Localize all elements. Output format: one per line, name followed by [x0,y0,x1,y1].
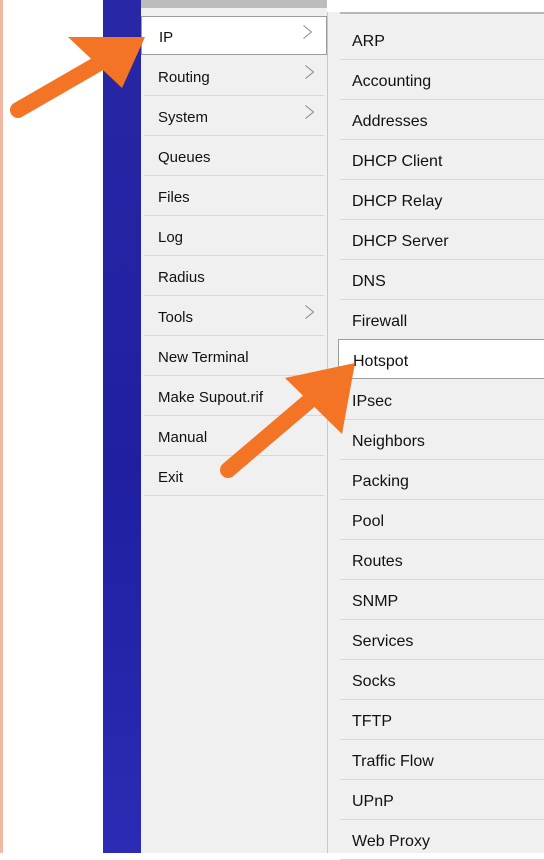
menu-item-label: Log [158,229,184,246]
menu-item-make-supout[interactable]: Make Supout.rif [144,377,324,416]
menu-item-label: Routing [158,69,210,86]
submenu-item-label: Neighbors [352,433,425,450]
submenu-item-label: Services [352,633,414,650]
submenu-item-label: Routes [352,553,403,570]
submenu-item-label: ARP [352,33,385,50]
submenu-item-accounting[interactable]: Accounting [340,60,544,100]
menu-item-label: Radius [158,269,205,286]
menu-item-label: Make Supout.rif [158,389,264,406]
submenu-arrow-icon [303,25,313,39]
screenshot-frame-border [0,0,3,853]
submenu-item-web-proxy[interactable]: Web Proxy [340,820,544,860]
main-menu: IP Routing System Queues Files Log Radiu… [141,0,327,853]
submenu-arrow-icon [305,65,315,79]
submenu-arrow-icon [305,305,315,319]
submenu-item-snmp[interactable]: SNMP [340,580,544,620]
submenu-item-label: Traffic Flow [352,753,434,770]
submenu-item-dhcp-server[interactable]: DHCP Server [340,220,544,260]
menu-item-label: Queues [158,149,211,166]
submenu-item-label: IPsec [352,393,393,410]
menu-item-label: Files [158,189,190,206]
menu-item-manual[interactable]: Manual [144,417,324,456]
submenu-item-label: Accounting [352,73,432,90]
submenu-item-addresses[interactable]: Addresses [340,100,544,140]
menu-item-label: Tools [158,309,194,326]
submenu-arrow-icon [305,105,315,119]
menu-item-exit[interactable]: Exit [144,457,324,496]
submenu-item-label: Web Proxy [352,833,430,850]
menu-item-ip[interactable]: IP [141,16,327,55]
submenu-item-label: Packing [352,473,409,490]
submenu-item-upnp[interactable]: UPnP [340,780,544,820]
menu-item-label: IP [159,29,174,46]
menu-item-label: Manual [158,429,208,446]
submenu-item-label: DHCP Relay [352,193,443,210]
submenu-item-routes[interactable]: Routes [340,540,544,580]
submenu-item-traffic-flow[interactable]: Traffic Flow [340,740,544,780]
submenu-item-dhcp-client[interactable]: DHCP Client [340,140,544,180]
submenu-item-label: UPnP [352,793,394,810]
submenu-item-packing[interactable]: Packing [340,460,544,500]
submenu-item-dns[interactable]: DNS [340,260,544,300]
submenu-item-tftp[interactable]: TFTP [340,700,544,740]
menu-item-routing[interactable]: Routing [144,57,324,96]
submenu-item-neighbors[interactable]: Neighbors [340,420,544,460]
submenu-item-label: Socks [352,673,396,690]
submenu-item-label: TFTP [352,713,392,730]
main-menu-top-divider [141,0,327,8]
menu-item-files[interactable]: Files [144,177,324,216]
menu-item-queues[interactable]: Queues [144,137,324,176]
submenu-item-dhcp-relay[interactable]: DHCP Relay [340,180,544,220]
menu-item-label: Exit [158,469,184,486]
menu-item-tools[interactable]: Tools [144,297,324,336]
submenu-item-label: DNS [352,273,386,290]
menu-item-system[interactable]: System [144,97,324,136]
submenu-item-arp[interactable]: ARP [340,20,544,60]
submenu-item-label: DHCP Client [352,153,443,170]
submenu-item-pool[interactable]: Pool [340,500,544,540]
submenu-item-socks[interactable]: Socks [340,660,544,700]
submenu-item-hotspot[interactable]: Hotspot [338,339,544,379]
menu-item-label: System [158,109,209,126]
menu-item-label: New Terminal [158,349,249,366]
winbox-sidebar-bar: OX [103,0,218,853]
menu-item-radius[interactable]: Radius [144,257,324,296]
menu-item-new-terminal[interactable]: New Terminal [144,337,324,376]
submenu-item-label: DHCP Server [352,233,449,250]
submenu-item-label: Hotspot [353,353,409,370]
submenu-top-divider [340,12,544,14]
submenu-item-label: Pool [352,513,385,530]
submenu-item-label: SNMP [352,593,399,610]
submenu-item-label: Addresses [352,113,428,130]
submenu-item-label: Firewall [352,313,408,330]
menu-item-log[interactable]: Log [144,217,324,256]
submenu-item-ipsec[interactable]: IPsec [340,380,544,420]
submenu-item-services[interactable]: Services [340,620,544,660]
submenu-item-firewall[interactable]: Firewall [340,300,544,340]
ip-submenu: ARP Accounting Addresses DHCP Client DHC… [327,12,544,860]
